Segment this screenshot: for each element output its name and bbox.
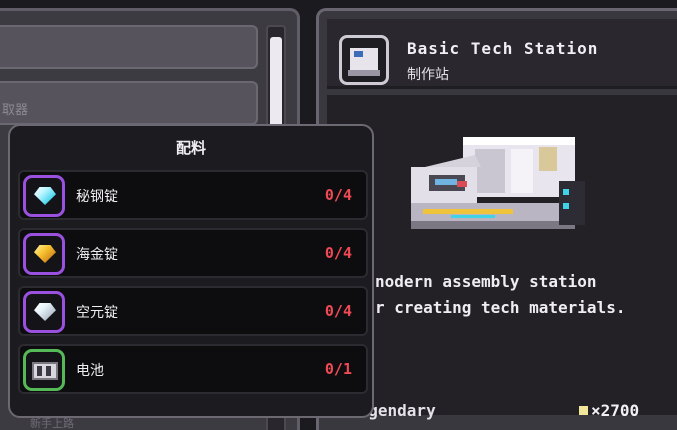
material-row[interactable]: 空元锭 0/4 — [18, 286, 368, 336]
price-value: ×2700 — [591, 401, 640, 420]
material-row[interactable]: 电池 0/1 — [18, 344, 368, 394]
station-subtitle: 制作站 — [407, 67, 449, 83]
recipe-list-hint: 取器 — [2, 103, 29, 118]
tech-station-icon — [339, 35, 389, 85]
recipe-list-row[interactable] — [0, 81, 258, 125]
material-count: 0/4 — [324, 302, 352, 320]
material-name: 电池 — [76, 363, 104, 379]
cyan-ingot-icon — [23, 175, 65, 217]
material-row[interactable]: 海金锭 0/4 — [18, 228, 368, 278]
popup-title: 配料 — [175, 139, 206, 157]
material-name: 秘钢锭 — [76, 189, 118, 205]
material-name: 海金锭 — [76, 247, 118, 263]
recipe-list-row[interactable] — [0, 25, 258, 69]
battery-icon — [23, 349, 65, 391]
material-name: 空元锭 — [76, 305, 118, 321]
station-title: Basic Tech Station — [407, 39, 599, 58]
station-preview: nodern assembly station r creating tech … — [327, 95, 677, 420]
station-description: nodern assembly station r creating tech … — [375, 272, 626, 317]
material-row[interactable]: 秘钢锭 0/4 — [18, 170, 368, 220]
material-count: 0/1 — [324, 360, 352, 378]
coin-icon — [579, 406, 588, 415]
material-count: 0/4 — [324, 244, 352, 262]
price-tag: ×2700 — [579, 401, 639, 420]
tech-station-artwork — [411, 137, 585, 229]
materials-popup: 配料 秘钢锭 0/4 海金锭 0/4 空元锭 0/4 电池 0/1 — [8, 124, 374, 418]
gold-ingot-icon — [23, 233, 65, 275]
silver-ingot-icon — [23, 291, 65, 333]
detail-header: Basic Tech Station 制作站 — [327, 19, 677, 89]
material-count: 0/4 — [324, 186, 352, 204]
